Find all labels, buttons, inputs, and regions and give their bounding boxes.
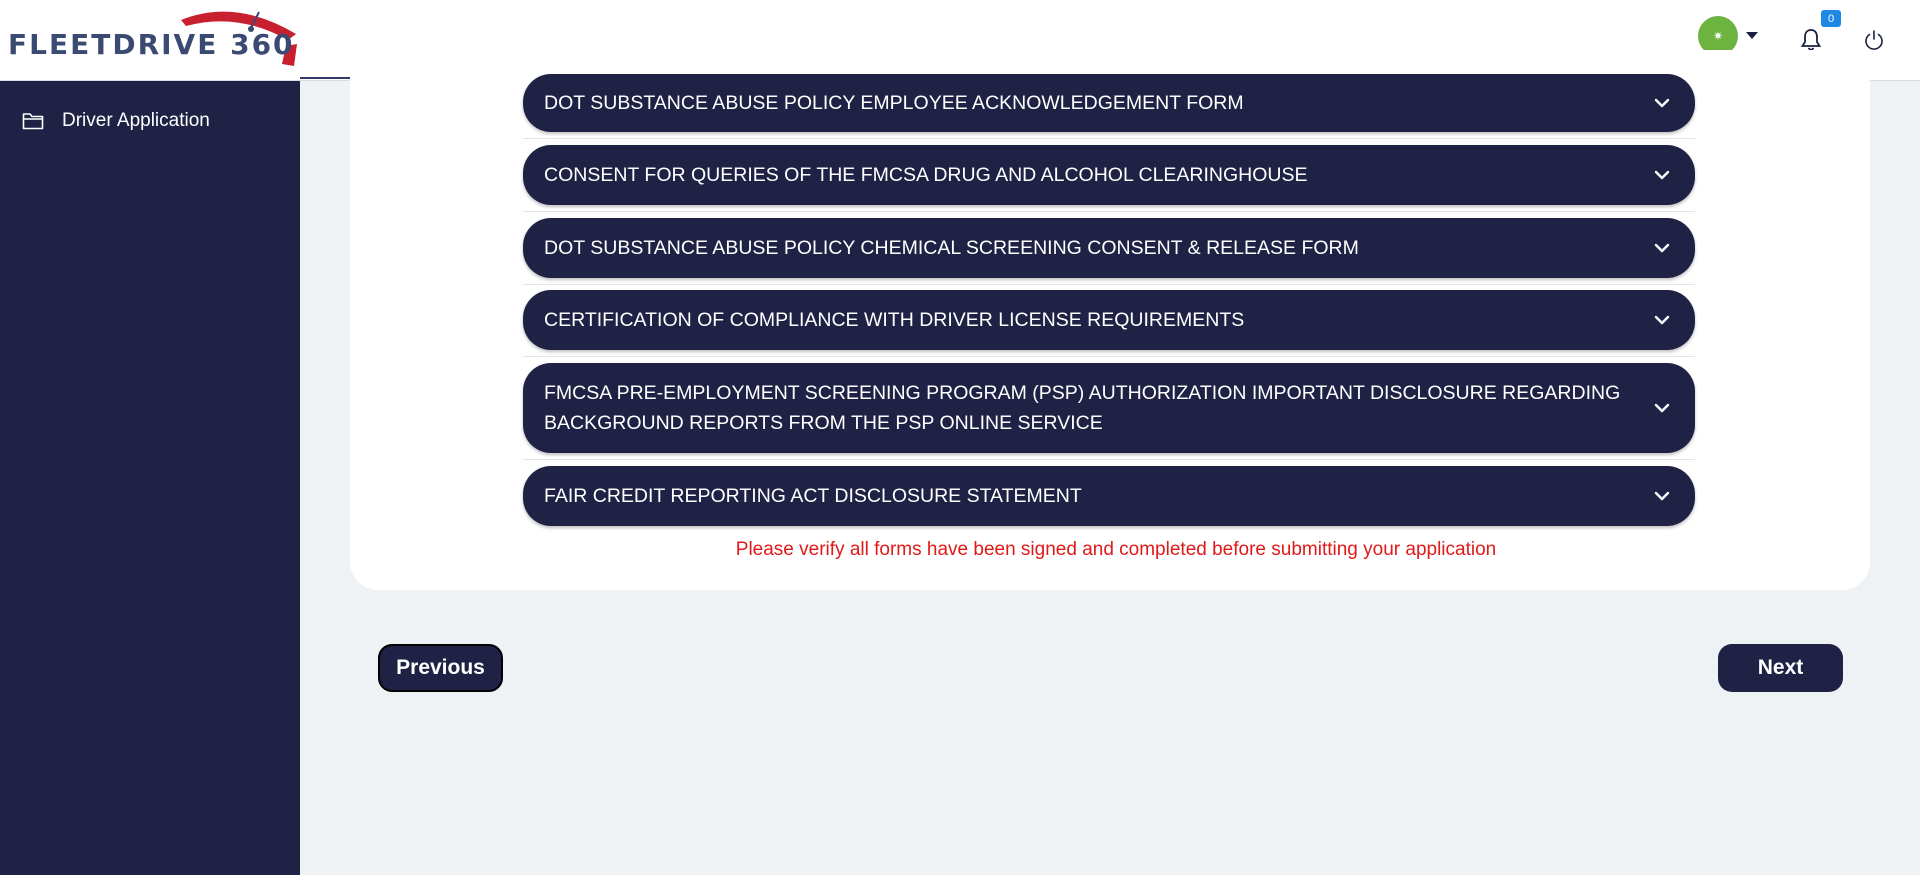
verification-warning: Please verify all forms have been signed… <box>735 539 1497 560</box>
sidebar-item-driver-application[interactable]: Driver Application <box>22 110 210 132</box>
accordion-dot-employee-acknowledgement[interactable]: DOT SUBSTANCE ABUSE POLICY EMPLOYEE ACKN… <box>523 74 1695 132</box>
bell-icon[interactable] <box>1800 28 1822 52</box>
logo-text: FLEETDRIVE 360 <box>8 28 295 61</box>
accordion-fmcsa-clearinghouse-consent[interactable]: CONSENT FOR QUERIES OF THE FMCSA DRUG AN… <box>523 145 1695 205</box>
accordion-title: CERTIFICATION OF COMPLIANCE WITH DRIVER … <box>544 309 1245 331</box>
accordion-title: DOT SUBSTANCE ABUSE POLICY EMPLOYEE ACKN… <box>544 92 1244 114</box>
next-button[interactable]: Next <box>1718 644 1843 692</box>
accordion-driver-license-compliance[interactable]: CERTIFICATION OF COMPLIANCE WITH DRIVER … <box>523 290 1695 350</box>
sidebar: Driver Application <box>0 81 300 875</box>
chevron-down-icon <box>1654 315 1670 325</box>
divider <box>523 211 1695 212</box>
accordion-title: FMCSA PRE-EMPLOYMENT SCREENING PROGRAM (… <box>544 382 1621 434</box>
sidebar-item-label: Driver Application <box>62 110 210 131</box>
chevron-down-icon <box>1654 170 1670 180</box>
fleetdrive-logo[interactable]: FLEETDRIVE 360 <box>6 6 302 70</box>
chevron-down-icon <box>1654 98 1670 108</box>
accordion-title: DOT SUBSTANCE ABUSE POLICY CHEMICAL SCRE… <box>544 237 1359 259</box>
previous-button[interactable]: Previous <box>378 644 503 692</box>
accordion-psp-authorization[interactable]: FMCSA PRE-EMPLOYMENT SCREENING PROGRAM (… <box>523 363 1695 453</box>
divider <box>523 284 1695 285</box>
chevron-down-icon <box>1654 243 1670 253</box>
accordion-title: CONSENT FOR QUERIES OF THE FMCSA DRUG AN… <box>544 164 1308 186</box>
divider <box>523 356 1695 357</box>
divider <box>523 459 1695 460</box>
accordion-chemical-screening-consent[interactable]: DOT SUBSTANCE ABUSE POLICY CHEMICAL SCRE… <box>523 218 1695 278</box>
accordion-title: FAIR CREDIT REPORTING ACT DISCLOSURE STA… <box>544 485 1082 507</box>
accordion-fair-credit-reporting[interactable]: FAIR CREDIT REPORTING ACT DISCLOSURE STA… <box>523 466 1695 526</box>
chevron-down-icon <box>1654 491 1670 501</box>
caret-down-icon[interactable] <box>1746 32 1758 39</box>
power-icon[interactable] <box>1863 29 1885 51</box>
chevron-down-icon <box>1654 403 1670 413</box>
folder-icon <box>22 113 44 130</box>
notification-badge: 0 <box>1821 10 1841 27</box>
divider <box>523 138 1695 139</box>
